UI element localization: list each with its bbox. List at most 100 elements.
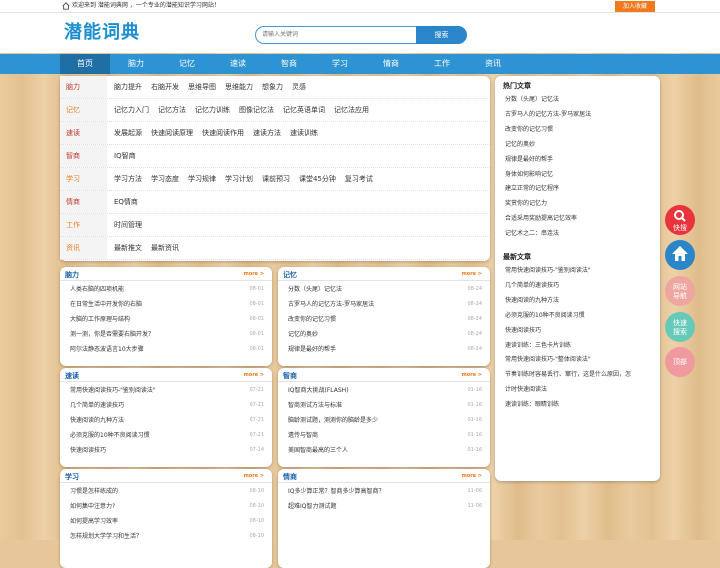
list-item[interactable]: 智商测试方法与标准 01-16 xyxy=(288,398,482,413)
list-item[interactable]: 脑龄测试题，测测你的脑龄是多少 01-16 xyxy=(288,413,482,428)
float-button[interactable] xyxy=(665,240,695,270)
nav-item[interactable]: 智商 xyxy=(264,54,314,74)
article-title[interactable]: 在日常生活中开发你的右脑 xyxy=(70,297,142,312)
category-link[interactable]: 灵感 xyxy=(292,83,306,91)
article-title[interactable]: 测一测，你是否需要右脑开发？ xyxy=(70,327,154,342)
article-title[interactable]: 如何集中注意力? xyxy=(70,499,115,514)
category-link[interactable]: 快速阅读作用 xyxy=(202,129,244,137)
category-link[interactable]: IQ智商 xyxy=(114,152,136,160)
panel-title[interactable]: 智商 xyxy=(283,371,297,381)
list-item[interactable]: 大脑的工作原理与结构 08-01 xyxy=(70,312,264,327)
category-name[interactable]: 速读 xyxy=(60,122,107,144)
article-title[interactable]: 阿尔法静态波语言10大步骤 xyxy=(70,342,144,357)
category-name[interactable]: 记忆 xyxy=(60,99,107,121)
hot-article-link[interactable]: 建立正常的记忆程序 xyxy=(505,182,655,197)
article-title[interactable]: IQ多少算正常？智商多少算高智商？ xyxy=(288,484,385,499)
article-title[interactable]: 习惯是怎样练成的 xyxy=(70,484,118,499)
article-title[interactable]: 遗传与智商 xyxy=(288,428,318,443)
category-link[interactable]: 最新资讯 xyxy=(151,244,179,252)
category-name[interactable]: 资讯 xyxy=(60,237,107,259)
hot-article-link[interactable]: 改变你的记忆习惯 xyxy=(505,123,655,138)
site-logo[interactable]: 潜能词典 xyxy=(64,21,140,45)
list-item[interactable]: 测一测，你是否需要右脑开发？ 08-01 xyxy=(70,327,264,342)
article-title[interactable]: 常用快速阅读技巧-"鉴别阅读法" xyxy=(70,383,156,398)
article-title[interactable]: 规律是最好的帮手 xyxy=(288,342,336,357)
new-article-link[interactable]: 速读训练：眼睛训练 xyxy=(505,398,655,413)
article-title[interactable]: 大脑的工作原理与结构 xyxy=(70,312,130,327)
panel-title[interactable]: 脑力 xyxy=(65,270,79,280)
category-link[interactable]: EQ情商 xyxy=(114,198,138,206)
article-title[interactable]: IQ智商大挑战(FLASH) xyxy=(288,383,349,398)
nav-item[interactable]: 学习 xyxy=(315,54,365,74)
nav-item[interactable]: 首页 xyxy=(60,54,110,74)
category-link[interactable]: 记忆力入门 xyxy=(114,106,149,114)
panel-title[interactable]: 速读 xyxy=(65,371,79,381)
category-link[interactable]: 脑力提升 xyxy=(114,83,142,91)
list-item[interactable]: 遗传与智商 01-16 xyxy=(288,428,482,443)
category-link[interactable]: 思维能力 xyxy=(225,83,253,91)
hot-article-link[interactable]: 规律是最好的帮手 xyxy=(505,153,655,168)
list-item[interactable]: 必须克服的10种不良阅读习惯 07-21 xyxy=(70,428,264,443)
article-title[interactable]: 脑龄测试题，测测你的脑龄是多少 xyxy=(288,413,378,428)
article-title[interactable]: 快速阅读的九种方法 xyxy=(70,413,124,428)
list-item[interactable]: 如何集中注意力? 08-10 xyxy=(70,499,264,514)
new-article-link[interactable]: 计时快速阅读法 xyxy=(505,383,655,398)
search-input[interactable] xyxy=(255,26,418,44)
article-title[interactable]: 如何提高学习效率 xyxy=(70,514,118,529)
article-title[interactable]: 人类右脑的四项机能 xyxy=(70,282,124,297)
more-link[interactable]: more > xyxy=(462,372,482,378)
category-link[interactable]: 学习态度 xyxy=(151,175,179,183)
list-item[interactable]: 几个简单的速读技巧 07-21 xyxy=(70,398,264,413)
list-item[interactable]: 改变你的记忆习惯 08-24 xyxy=(288,312,482,327)
category-link[interactable]: 速读方法 xyxy=(253,129,281,137)
category-link[interactable]: 快速阅读原理 xyxy=(151,129,193,137)
category-name[interactable]: 工作 xyxy=(60,214,107,236)
panel-title[interactable]: 情商 xyxy=(283,472,297,482)
new-article-link[interactable]: 必须克服的10种不良阅读习惯 xyxy=(505,309,655,324)
category-link[interactable]: 学习规律 xyxy=(188,175,216,183)
article-title[interactable]: 美国智商最高的三个人 xyxy=(288,443,348,458)
list-item[interactable]: 常用快速阅读技巧-"鉴别阅读法" 07-21 xyxy=(70,383,264,398)
list-item[interactable]: IQ多少算正常？智商多少算高智商？ 11-06 xyxy=(288,484,482,499)
category-link[interactable]: 课堂45分钟 xyxy=(299,175,336,183)
list-item[interactable]: 快速阅读技巧 07-14 xyxy=(70,443,264,458)
list-item[interactable]: 分数（头尾）记忆法 08-24 xyxy=(288,282,482,297)
hot-article-link[interactable]: 记忆术之二：串连法 xyxy=(505,227,655,242)
article-title[interactable]: 智商测试方法与标准 xyxy=(288,398,342,413)
search-button[interactable]: 搜索 xyxy=(416,26,467,44)
category-link[interactable]: 记忆英语单词 xyxy=(283,106,325,114)
more-link[interactable]: more > xyxy=(244,271,264,277)
hot-article-link[interactable]: 合适采用奖励提高记忆效率 xyxy=(505,212,655,227)
list-item[interactable]: 古罗马人的记忆方法-罗马家居法 08-24 xyxy=(288,297,482,312)
category-link[interactable]: 时间管理 xyxy=(114,221,142,229)
article-title[interactable]: 必须克服的10种不良阅读习惯 xyxy=(70,428,150,443)
list-item[interactable]: 阿尔法静态波语言10大步骤 08-01 xyxy=(70,342,264,357)
float-button[interactable]: 快速 搜索 xyxy=(665,312,695,342)
hot-article-link[interactable]: 身体如何影响记忆 xyxy=(505,168,655,183)
add-favorite-button[interactable]: 加入收藏 xyxy=(615,1,655,12)
hot-article-link[interactable]: 分数（头尾）记忆法 xyxy=(505,93,655,108)
category-link[interactable]: 想象力 xyxy=(262,83,283,91)
panel-title[interactable]: 学习 xyxy=(65,472,79,482)
new-article-link[interactable]: 快速阅读的九种方法 xyxy=(505,294,655,309)
category-link[interactable]: 速读训练 xyxy=(290,129,318,137)
nav-item[interactable]: 资讯 xyxy=(468,54,518,74)
article-title[interactable]: 快速阅读技巧 xyxy=(70,443,106,458)
hot-article-link[interactable]: 奖赏你的记忆力 xyxy=(505,197,655,212)
category-link[interactable]: 复习考试 xyxy=(345,175,373,183)
list-item[interactable]: IQ智商大挑战(FLASH) 01-16 xyxy=(288,383,482,398)
article-title[interactable]: 怎样规划大学学习和生活？ xyxy=(70,529,142,544)
nav-item[interactable]: 记忆 xyxy=(162,54,212,74)
new-article-link[interactable]: 节奏训练时容易丢行、窜行，这是什么原因，怎 xyxy=(505,368,655,383)
article-title[interactable]: 改变你的记忆习惯 xyxy=(288,312,336,327)
more-link[interactable]: more > xyxy=(244,372,264,378)
new-article-link[interactable]: 常用快速阅读技巧-"鉴别阅读法" xyxy=(505,264,655,279)
list-item[interactable]: 人类右脑的四项机能 08-01 xyxy=(70,282,264,297)
category-link[interactable]: 记忆方法 xyxy=(158,106,186,114)
nav-item[interactable]: 脑力 xyxy=(111,54,161,74)
article-title[interactable]: 分数（头尾）记忆法 xyxy=(288,282,342,297)
new-article-link[interactable]: 常用快速阅读技巧-"整体阅读法" xyxy=(505,353,655,368)
hot-article-link[interactable]: 古罗马人的记忆方法-罗马家居法 xyxy=(505,108,655,123)
float-button[interactable]: 网站 导航 xyxy=(665,276,695,306)
category-name[interactable]: 脑力 xyxy=(60,76,107,98)
